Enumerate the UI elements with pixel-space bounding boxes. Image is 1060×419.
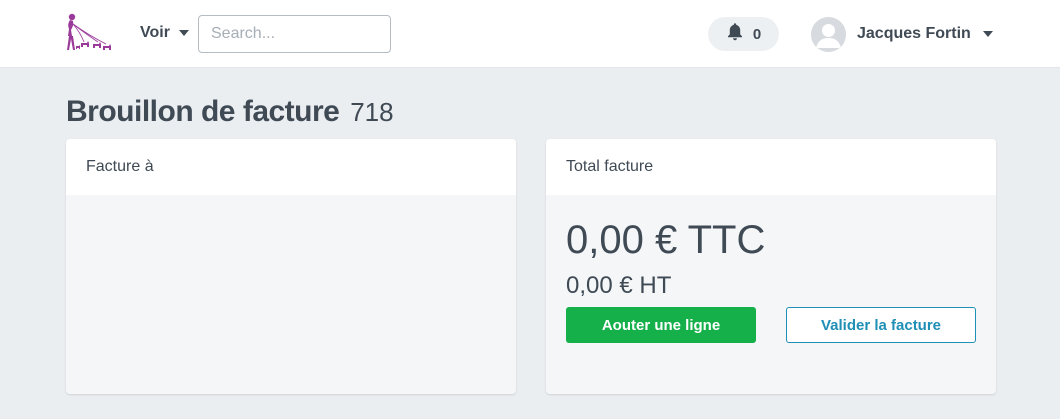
add-line-button[interactable]: Aouter une ligne: [566, 307, 756, 343]
caret-down-icon: [178, 30, 189, 36]
user-avatar-icon: [811, 16, 846, 52]
search-input[interactable]: [198, 15, 391, 53]
bill-to-card-header: Facture à: [66, 139, 516, 195]
voir-menu-toggle[interactable]: Voir: [140, 22, 189, 44]
invoice-total-card-header: Total facture: [546, 139, 996, 195]
voir-menu-label: Voir: [140, 24, 170, 41]
bill-to-card: Facture à: [66, 139, 516, 394]
caret-down-icon: [982, 31, 993, 37]
notifications-button[interactable]: 0: [708, 17, 779, 51]
invoice-total-card: Total facture 0,00 € TTC 0,00 € HT Aoute…: [546, 139, 996, 394]
invoice-number: 718: [350, 97, 394, 127]
page-title-text: Brouillon de facture: [66, 95, 340, 128]
dog-walker-logo-icon[interactable]: [62, 12, 116, 56]
validate-invoice-button[interactable]: Valider la facture: [786, 307, 976, 343]
user-name: Jacques Fortin: [857, 25, 971, 42]
top-navbar: Voir 0 Jacques Fortin: [0, 0, 1060, 68]
notifications-count: 0: [752, 25, 762, 43]
total-ttc: 0,00 € TTC: [566, 218, 766, 262]
page-title: Brouillon de facture 718: [66, 95, 394, 129]
user-menu[interactable]: Jacques Fortin: [811, 16, 993, 52]
total-ht: 0,00 € HT: [566, 272, 672, 299]
bell-icon: [726, 22, 744, 46]
